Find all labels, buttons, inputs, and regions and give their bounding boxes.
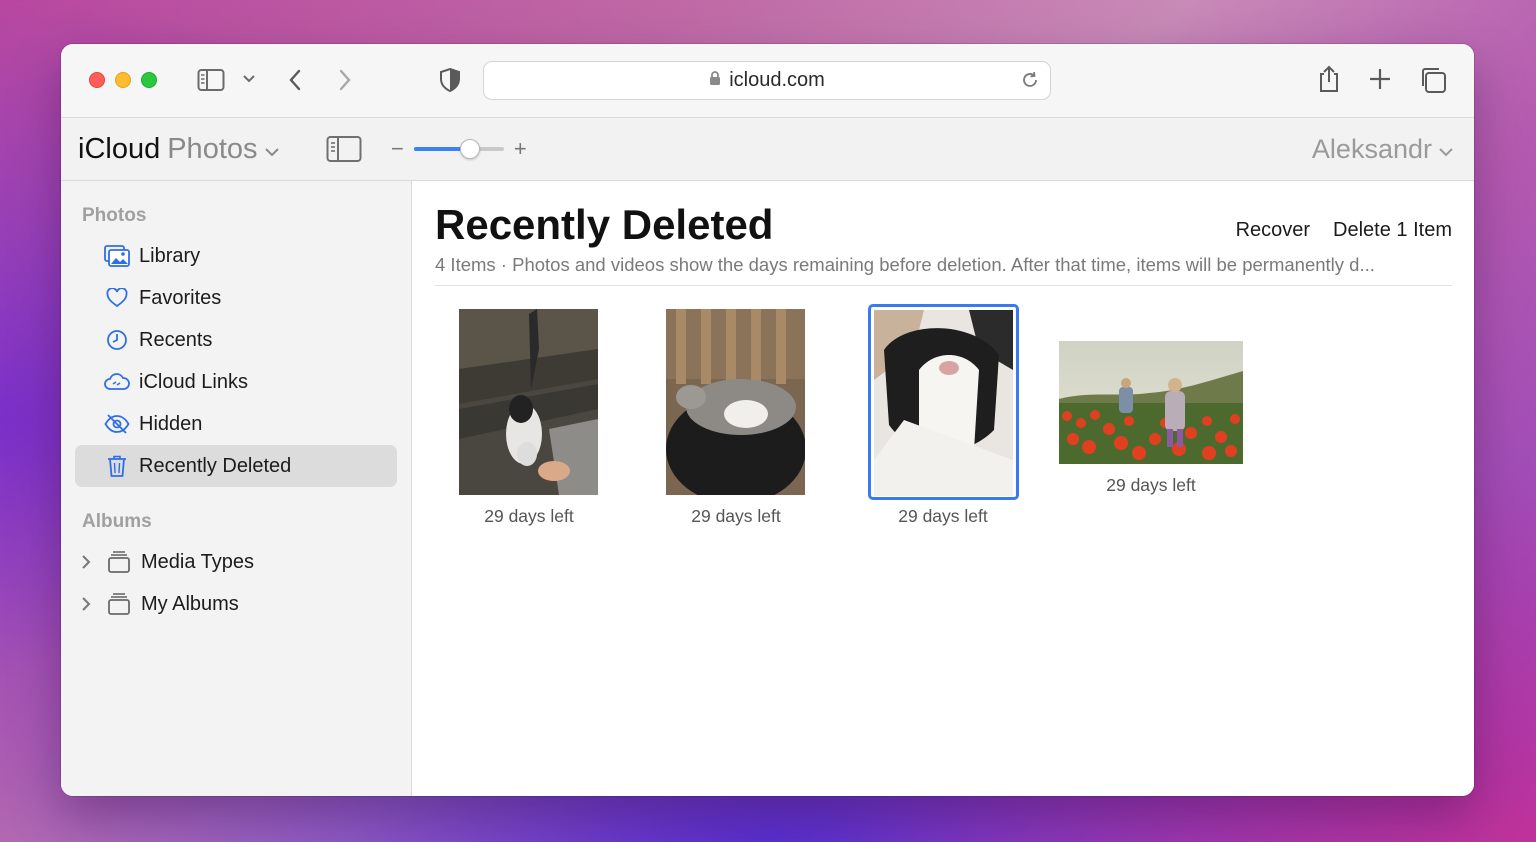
privacy-shield-icon[interactable] (439, 67, 461, 93)
sidebar-item-label: My Albums (141, 592, 239, 615)
days-left-label: 29 days left (1106, 475, 1196, 495)
action-bar: Recover Delete 1 Item (1236, 219, 1452, 242)
eye-slash-icon (103, 411, 131, 437)
chevron-down-icon (1438, 134, 1454, 165)
zoom-window-button[interactable] (141, 72, 157, 88)
minimize-window-button[interactable] (115, 72, 131, 88)
sidebar-item-label: iCloud Links (139, 370, 248, 393)
brand-title: iCloud (78, 133, 161, 165)
library-icon (103, 243, 131, 269)
trash-icon (103, 453, 131, 479)
app-switcher[interactable]: iCloud Photos (78, 133, 280, 166)
brand-subtitle: Photos (167, 133, 258, 165)
page-title: Recently Deleted (435, 201, 774, 248)
photo-thumbnail[interactable] (874, 310, 1013, 496)
url-text: icloud.com (729, 69, 825, 91)
sidebar-toggle-icon[interactable] (197, 68, 225, 92)
sidebar-item-label: Recently Deleted (139, 454, 292, 477)
chevron-down-icon (264, 133, 280, 166)
share-icon[interactable] (1317, 64, 1341, 94)
account-menu[interactable]: Aleksandr (1312, 134, 1454, 165)
browser-window: icloud.com iCloud Photos − + Aleksandr P… (61, 44, 1474, 796)
sidebar-item-label: Hidden (139, 412, 203, 435)
heart-icon (103, 285, 131, 311)
zoom-slider-group: − + (391, 136, 527, 162)
browser-titlebar: icloud.com (61, 44, 1474, 118)
page-subtitle: 4 Items · Photos and videos show the day… (435, 254, 1375, 275)
cloud-link-icon (103, 369, 131, 395)
reload-icon[interactable] (1020, 70, 1040, 95)
chevron-right-icon[interactable] (81, 596, 97, 612)
window-controls (89, 72, 157, 88)
sidebar-item-label: Media Types (141, 550, 255, 573)
chevron-right-icon[interactable] (81, 554, 97, 570)
app-toolbar: iCloud Photos − + Aleksandr (61, 118, 1474, 181)
sidebar-item-hidden[interactable]: Hidden (75, 403, 397, 445)
photos-section-header: Photos (82, 205, 147, 226)
photo-thumbnail[interactable] (1059, 341, 1243, 464)
sidebar-item-label: Favorites (139, 286, 222, 309)
new-tab-icon[interactable] (1369, 68, 1391, 90)
chevron-down-icon[interactable] (242, 74, 256, 84)
sidebar-item-favorites[interactable]: Favorites (75, 277, 397, 319)
albums-section-header: Albums (82, 511, 152, 532)
sidebar-item-my-albums[interactable]: My Albums (75, 583, 397, 625)
zoom-slider-knob[interactable] (459, 139, 480, 159)
days-left-label: 29 days left (898, 506, 988, 526)
sidebar: Photos Library Favorites Recents iCloud … (61, 181, 412, 796)
sidebar-item-media-types[interactable]: Media Types (75, 541, 397, 583)
zoom-slider[interactable] (413, 139, 504, 159)
sidebar-item-library[interactable]: Library (75, 235, 397, 277)
main-area: Photos Library Favorites Recents iCloud … (61, 181, 1474, 796)
zoom-in-button[interactable]: + (514, 136, 527, 162)
user-name: Aleksandr (1311, 134, 1432, 164)
tab-overview-icon[interactable] (1419, 66, 1447, 94)
sidebar-item-recently-deleted[interactable]: Recently Deleted (75, 445, 397, 487)
delete-button[interactable]: Delete 1 Item (1333, 219, 1452, 242)
days-left-label: 29 days left (691, 506, 781, 526)
sidebar-item-recents[interactable]: Recents (75, 319, 397, 361)
sidebar-toggle-icon[interactable] (326, 135, 362, 163)
sidebar-item-label: Recents (139, 328, 213, 351)
divider (435, 285, 1452, 286)
photo-thumbnail[interactable] (666, 309, 805, 495)
lock-icon (709, 70, 721, 91)
clock-icon (103, 327, 131, 353)
content-pane: Recently Deleted Recover Delete 1 Item 4… (412, 181, 1474, 796)
album-stack-icon (105, 591, 133, 617)
zoom-out-button[interactable]: − (391, 136, 404, 162)
sidebar-item-label: Library (139, 244, 201, 267)
back-icon[interactable] (287, 68, 303, 92)
photo-thumbnail[interactable] (459, 309, 598, 495)
close-window-button[interactable] (89, 72, 105, 88)
album-stack-icon (105, 549, 133, 575)
address-bar[interactable]: icloud.com (483, 61, 1051, 100)
forward-icon[interactable] (337, 68, 353, 92)
recover-button[interactable]: Recover (1236, 219, 1310, 242)
sidebar-item-icloud-links[interactable]: iCloud Links (75, 361, 397, 403)
days-left-label: 29 days left (484, 506, 574, 526)
